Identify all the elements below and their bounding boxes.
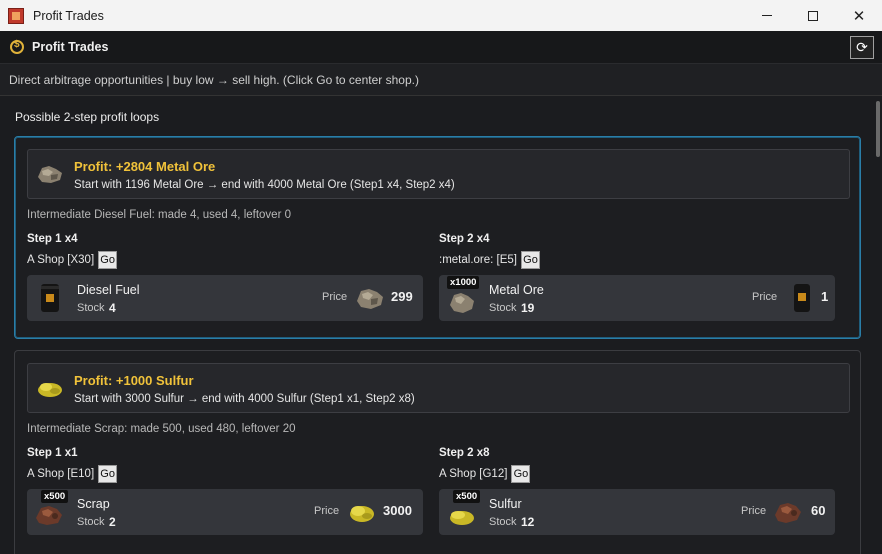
stock-value: 4: [109, 301, 116, 315]
close-button[interactable]: ✕: [836, 0, 882, 31]
go-button[interactable]: Go: [98, 251, 118, 269]
shop-name: A Shop [E10]: [27, 468, 95, 480]
scrap-icon: [775, 503, 801, 523]
item-card: x1000 Metal Ore Stock 19 Price 1: [439, 275, 835, 321]
item-name: Sulfur: [489, 497, 522, 511]
quantity-badge: x500: [453, 490, 481, 503]
minimize-button[interactable]: [744, 0, 790, 31]
item-name: Metal Ore: [489, 283, 544, 297]
price-value: 60: [811, 503, 826, 518]
price-value: 1: [821, 289, 829, 304]
step-label: Step 1 x1: [27, 447, 78, 459]
price-value: 299: [391, 289, 413, 304]
profit-loop-card[interactable]: Profit: +1000 Sulfur Start with 3000 Sul…: [14, 350, 861, 554]
price-label: Price: [752, 291, 778, 303]
profit-title: Profit: +1000 Sulfur: [74, 373, 194, 388]
profit-description: Start with 1196 Metal Ore → end with 400…: [74, 179, 455, 191]
description-text: Direct arbitrage opportunities | buy low…: [0, 64, 882, 96]
maximize-icon: [808, 10, 818, 21]
panel-header: Profit Trades ⟳: [0, 31, 882, 64]
profit-summary: Profit: +1000 Sulfur Start with 3000 Sul…: [27, 363, 850, 413]
minimize-icon: [762, 15, 772, 16]
stock-value: 19: [521, 301, 535, 315]
stock-label: Stock: [77, 302, 105, 314]
stock-label: Stock: [77, 516, 105, 528]
step-2: Step 2 x4 :metal.ore: [E5] Go x1000 Meta…: [439, 233, 835, 321]
loops-list[interactable]: Possible 2-step profit loops Profit: +28…: [0, 97, 872, 554]
refresh-icon: ⟳: [856, 39, 868, 55]
sulfur-icon: [350, 506, 374, 522]
scrollbar-thumb[interactable]: [876, 101, 880, 157]
shop-name: A Shop [G12]: [439, 468, 508, 480]
price-label: Price: [741, 505, 767, 517]
profit-summary: Profit: +2804 Metal Ore Start with 1196 …: [27, 149, 850, 199]
item-card: x500 Sulfur Stock 12 Price 60: [439, 489, 835, 535]
go-button[interactable]: Go: [511, 465, 531, 483]
window-titlebar: Profit Trades ✕: [0, 0, 882, 31]
intermediate-info: Intermediate Diesel Fuel: made 4, used 4…: [27, 209, 292, 221]
stock-label: Stock: [489, 302, 517, 314]
step-2: Step 2 x8 A Shop [G12] Go x500 Sulfur St…: [439, 447, 835, 535]
shop-row: :metal.ore: [E5] Go: [439, 250, 835, 270]
step-label: Step 2 x4: [439, 233, 490, 245]
price-label: Price: [314, 505, 340, 517]
shop-row: A Shop [E10] Go: [27, 464, 423, 484]
profit-title: Profit: +2804 Metal Ore: [74, 159, 216, 174]
step-1: Step 1 x4 A Shop [X30] Go Diesel Fuel St…: [27, 233, 423, 321]
shop-name: A Shop [X30]: [27, 254, 95, 266]
shop-name: :metal.ore: [E5]: [439, 254, 517, 266]
panel-title: Profit Trades: [32, 40, 109, 54]
intermediate-info: Intermediate Scrap: made 500, used 480, …: [27, 423, 296, 435]
stock-value: 2: [109, 515, 116, 529]
step-label: Step 1 x4: [27, 233, 78, 245]
close-icon: ✕: [852, 7, 866, 25]
sulfur-icon: [38, 383, 62, 397]
app-icon: [8, 7, 24, 24]
profit-description: Start with 3000 Sulfur → end with 4000 S…: [74, 393, 415, 405]
section-title: Possible 2-step profit loops: [15, 110, 160, 124]
metal-ore-icon: [38, 166, 62, 183]
money-bag-icon: [10, 39, 24, 54]
window-title: Profit Trades: [33, 8, 104, 23]
profit-loop-card[interactable]: Profit: +2804 Metal Ore Start with 1196 …: [14, 136, 861, 339]
refresh-button[interactable]: ⟳: [850, 36, 874, 59]
go-button[interactable]: Go: [520, 251, 540, 269]
go-button[interactable]: Go: [98, 465, 118, 483]
quantity-badge: x1000: [447, 276, 480, 289]
step-1: Step 1 x1 A Shop [E10] Go x500 Scrap Sto…: [27, 447, 423, 535]
item-card: x500 Scrap Stock 2 Price 3000: [27, 489, 423, 535]
stock-value: 12: [521, 515, 535, 529]
quantity-badge: x500: [41, 490, 69, 503]
item-card: Diesel Fuel Stock 4 Price 299: [27, 275, 423, 321]
metal-ore-icon: [450, 293, 474, 313]
item-name: Diesel Fuel: [77, 283, 140, 297]
shop-row: A Shop [X30] Go: [27, 250, 423, 270]
step-label: Step 2 x8: [439, 447, 490, 459]
stock-label: Stock: [489, 516, 517, 528]
price-label: Price: [322, 291, 348, 303]
item-name: Scrap: [77, 497, 110, 511]
price-value: 3000: [383, 503, 412, 518]
diesel-fuel-icon: [794, 284, 810, 312]
metal-ore-icon: [357, 289, 383, 309]
maximize-button[interactable]: [790, 0, 836, 31]
diesel-fuel-icon: [41, 284, 59, 312]
vertical-scrollbar[interactable]: [874, 97, 882, 554]
shop-row: A Shop [G12] Go: [439, 464, 835, 484]
